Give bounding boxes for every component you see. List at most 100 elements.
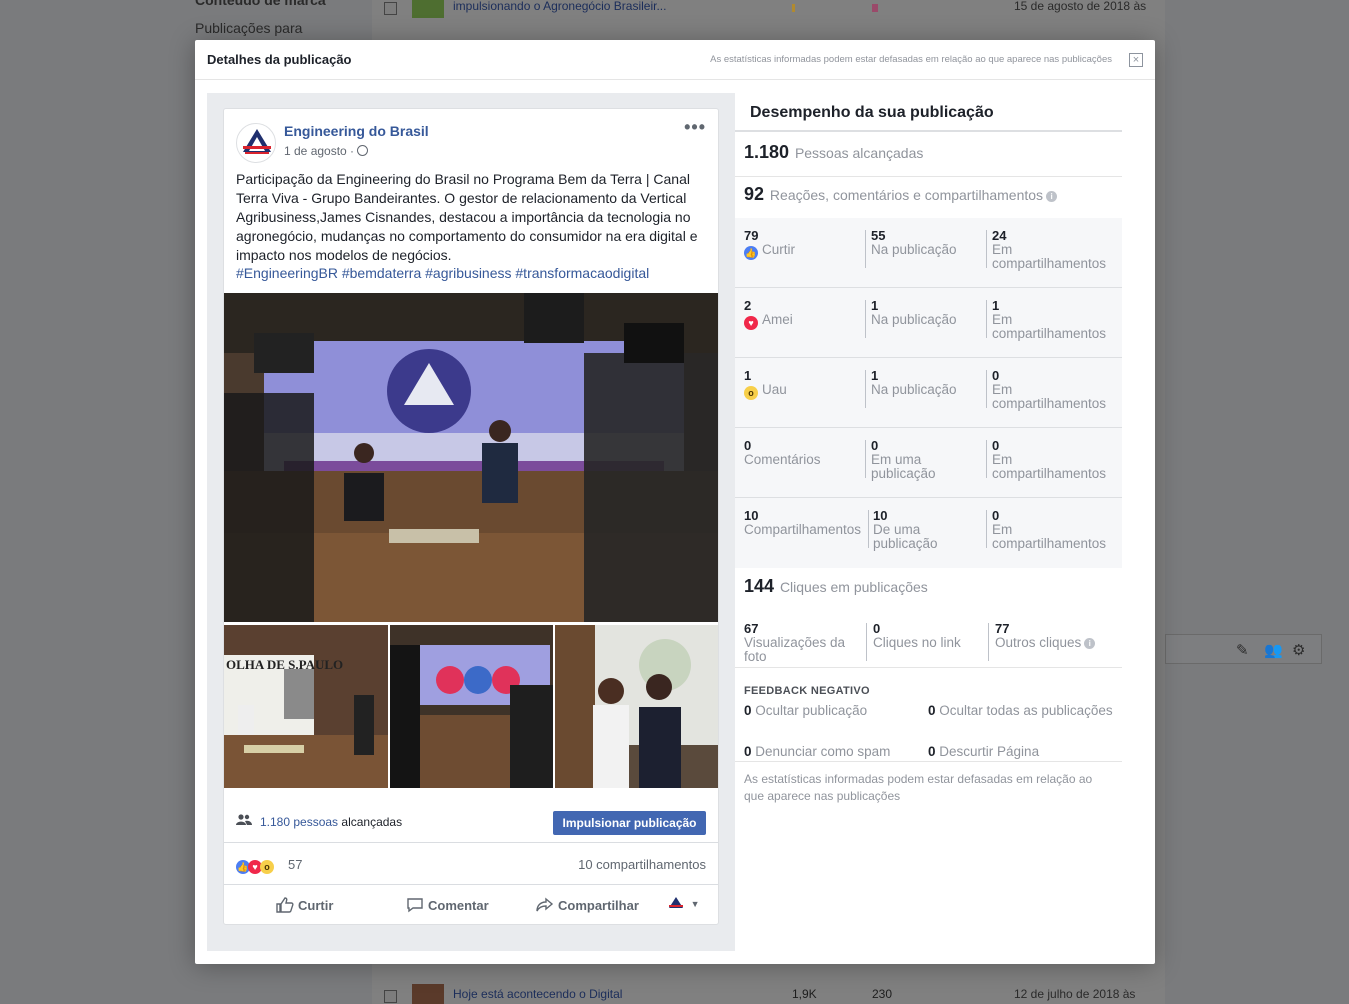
post-photo-thumb[interactable] [390, 625, 553, 788]
boost-post-button[interactable]: Impulsionar publicação [553, 811, 706, 835]
wow-reaction-icon: o [744, 386, 758, 400]
post-preview-panel: Engineering do Brasil 1 de agosto · ••• … [207, 93, 735, 951]
share-button[interactable]: Compartilhar [536, 897, 639, 913]
reach-stat: 1.180 Pessoas alcançadas [744, 142, 923, 163]
engineering-logo-icon [243, 129, 271, 154]
divider [986, 370, 987, 408]
bg-row-title[interactable]: Hoje está acontecendo o Digital [453, 987, 622, 1001]
breakdown-row-wow: 1 o Uau 1 Na publicação 0 Em compartilhament… [735, 358, 1122, 428]
breakdown-on-shares: 0 Em compartilhamentos [992, 438, 1107, 481]
post-card: Engineering do Brasil 1 de agosto · ••• … [223, 108, 719, 925]
like-button[interactable]: Curtir [276, 897, 333, 913]
divider [865, 370, 866, 408]
reactions-breakdown: 79 👍 Curtir 55 Na publicação 24 Em compartil… [735, 218, 1122, 568]
divider [735, 761, 1122, 762]
post-details-modal: Detalhes da publicação As estatísticas i… [195, 40, 1155, 964]
page-avatar[interactable] [236, 123, 276, 163]
people-icon [236, 814, 252, 825]
post-main-photo[interactable] [224, 293, 718, 622]
close-icon[interactable]: × [1129, 53, 1143, 67]
divider [735, 176, 1122, 177]
guests-portrait-photo [555, 625, 718, 788]
bg-table-row[interactable]: Hoje está acontecendo o Digital 1,9K 230… [372, 984, 1165, 1004]
shares-count[interactable]: 10 compartilhamentos [578, 857, 706, 872]
newspaper-set-photo: OLHA DE S.PAULO [224, 625, 388, 788]
engineering-logo-icon [669, 897, 683, 908]
bg-table-row[interactable]: impulsionando o Agronegócio Brasileir...… [372, 0, 1165, 26]
people-icon[interactable]: 👥 [1264, 641, 1283, 659]
reaction-icons[interactable]: 👍 ♥ o [236, 857, 278, 874]
breakdown-on-shares: 1 Em compartilhamentos [992, 298, 1107, 341]
clicks-stat-label: Cliques em publicações [779, 579, 928, 595]
engagement-stat-value: 92 [744, 184, 765, 204]
breakdown-row-like: 79 👍 Curtir 55 Na publicação 24 Em compartil… [735, 218, 1122, 288]
breakdown-row-love: 2 ♥ Amei 1 Na publicação 1 Em compartilhamen… [735, 288, 1122, 358]
divider [866, 623, 867, 661]
chevron-down-icon: ▼ [690, 899, 700, 909]
reactions-row: 👍 ♥ o 57 10 compartilhamentos [224, 843, 718, 885]
bg-engagement-bar [872, 4, 878, 12]
negative-unlike-page: 0 Descurtir Página [928, 744, 1040, 759]
like-reaction-icon: 👍 [744, 246, 758, 260]
bg-row-thumb [412, 0, 444, 18]
breakdown-total: 79 👍 Curtir [744, 228, 795, 260]
info-icon[interactable]: i [1084, 638, 1096, 649]
svg-text:OLHA DE S.PAULO: OLHA DE S.PAULO [226, 657, 343, 672]
breakdown-total: 2 ♥ Amei [744, 298, 793, 330]
post-photo-thumb[interactable] [555, 625, 718, 788]
info-icon[interactable]: i [1046, 191, 1058, 202]
bg-row-date: 15 de agosto de 2018 às [1014, 0, 1147, 13]
bg-row-title[interactable]: impulsionando o Agronegócio Brasileir... [453, 0, 666, 13]
modal-header: Detalhes da publicação As estatísticas i… [195, 40, 1155, 80]
edit-icon[interactable]: ✎ [1236, 641, 1249, 659]
post-actions: Curtir Comentar Compartilhar ▼ [224, 885, 718, 925]
negative-report-spam: 0 Denunciar como spam [744, 744, 891, 759]
post-hashtags[interactable]: #EngineeringBR #bemdaterra #agribusiness… [236, 265, 710, 281]
post-reach-row: 1.180 pessoas alcançadas Impulsionar pub… [224, 801, 718, 843]
comment-label: Comentar [428, 898, 489, 913]
tv-studio-photo [224, 293, 718, 622]
page-name-link[interactable]: Engineering do Brasil [284, 123, 429, 139]
more-options-icon[interactable]: ••• [684, 117, 706, 138]
bg-row-checkbox[interactable] [384, 2, 397, 15]
breakdown-on-post: 0 Em uma publicação [871, 438, 936, 481]
post-as-selector[interactable]: ▼ [668, 895, 700, 911]
post-photo-thumb[interactable]: OLHA DE S.PAULO [224, 625, 388, 788]
breakdown-total: 1 o Uau [744, 368, 787, 400]
breakdown-on-shares: 0 Em compartilhamentos [992, 508, 1107, 551]
divider [865, 300, 866, 338]
gear-icon[interactable]: ⚙ [1292, 641, 1305, 659]
breakdown-row-shares: 10 Compartilhamentos 10 De uma publicação … [735, 498, 1122, 568]
breakdown-row-comments: 0 Comentários 0 Em uma publicação 0 Em comp… [735, 428, 1122, 498]
breakdown-on-post: 1 Na publicação [871, 368, 957, 397]
share-icon [536, 897, 554, 912]
bg-sidebar-item[interactable]: Conteúdo de marca [195, 0, 326, 8]
reach-stat-label: Pessoas alcançadas [794, 145, 924, 161]
clicks-stat: 144 Cliques em publicações [744, 576, 928, 597]
stats-footnote: As estatísticas informadas podem estar d… [744, 772, 1093, 803]
divider [865, 230, 866, 268]
divider [986, 510, 987, 548]
breakdown-on-post: 1 Na publicação [871, 298, 957, 327]
love-reaction-icon: ♥ [744, 316, 758, 330]
comment-button[interactable]: Comentar [406, 897, 489, 913]
bg-sidebar-item[interactable]: Publicações para [195, 20, 302, 36]
bg-row-checkbox[interactable] [384, 990, 397, 1003]
breakdown-on-post: 10 De uma publicação [873, 508, 938, 551]
divider [865, 440, 866, 478]
breakdown-on-shares: 24 Em compartilhamentos [992, 228, 1107, 271]
breakdown-total: 0 Comentários [744, 438, 821, 467]
clicks-stat-value: 144 [744, 576, 775, 596]
reach-suffix: alcançadas [338, 815, 403, 829]
performance-title: Desempenho da sua publicação [750, 104, 994, 121]
bg-toolbar: ✎ 👥 ⚙ [1165, 634, 1322, 664]
reactions-count[interactable]: 57 [288, 857, 302, 872]
post-date-text[interactable]: 1 de agosto · [284, 144, 354, 158]
divider [986, 300, 987, 338]
reach-link[interactable]: 1.180 pessoas [260, 815, 338, 829]
click-breakdown-link: 0 Cliques no link [873, 621, 961, 650]
post-text: Participação da Engineering do Brasil no… [236, 171, 698, 263]
bg-reach-bar [792, 4, 795, 12]
click-breakdown-other: 77 Outros cliques i [995, 621, 1120, 650]
negative-hide-post: 0 Ocultar publicação [744, 703, 868, 718]
